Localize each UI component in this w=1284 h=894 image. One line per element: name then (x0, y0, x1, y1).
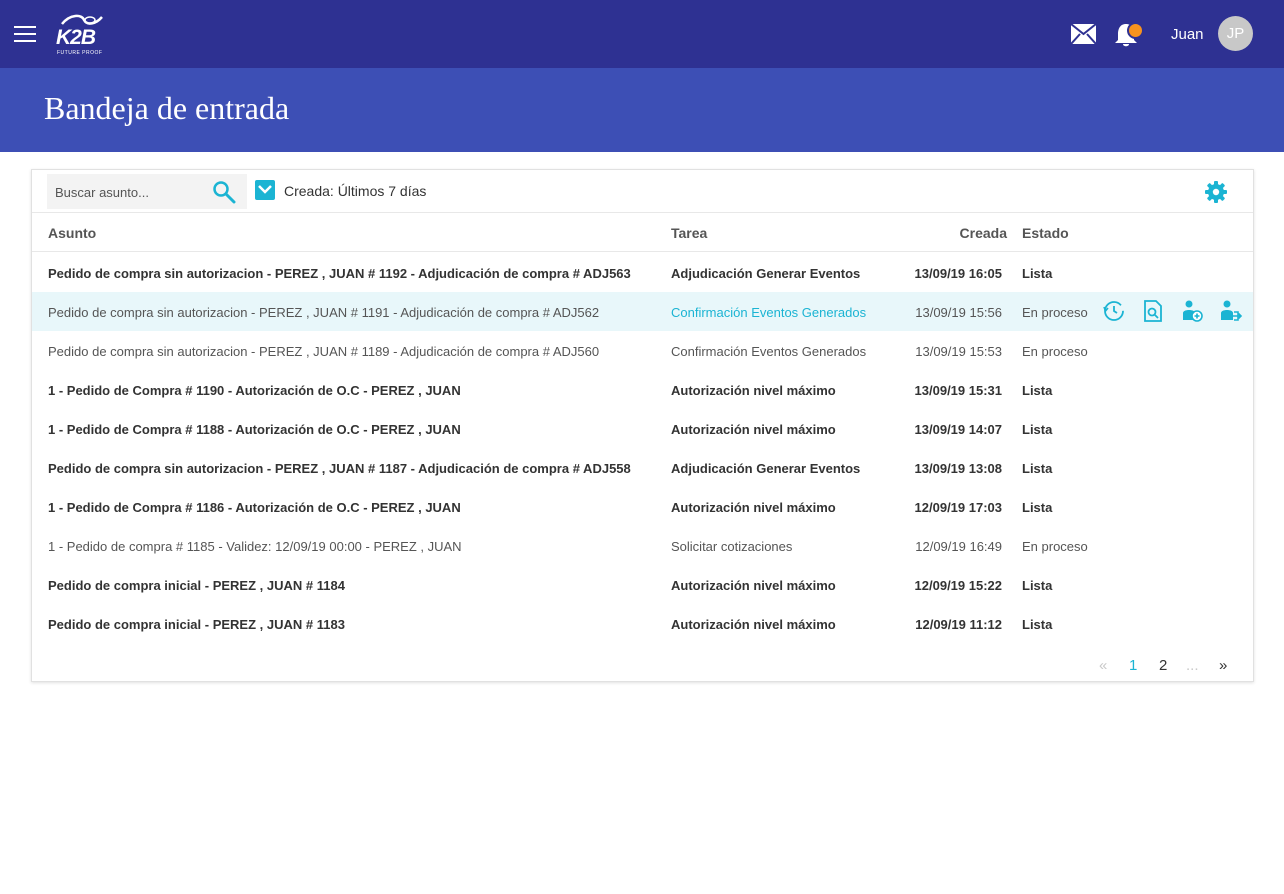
row-tarea: Adjudicación Generar Eventos (671, 461, 861, 476)
row-creada: 13/09/19 15:56 (915, 305, 1002, 320)
notification-badge (1127, 22, 1144, 39)
row-tarea: Adjudicación Generar Eventos (671, 266, 861, 281)
row-creada: 12/09/19 16:49 (915, 539, 1002, 554)
row-creada: 12/09/19 11:12 (915, 617, 1002, 632)
row-asunto: Pedido de compra inicial - PEREZ , JUAN … (48, 578, 345, 593)
column-header-estado[interactable]: Estado (1022, 225, 1069, 241)
column-header-tarea[interactable]: Tarea (671, 225, 707, 241)
table-row[interactable]: Pedido de compra sin autorizacion - PERE… (32, 331, 1253, 370)
row-estado: Lista (1022, 461, 1053, 476)
page-title: Bandeja de entrada (44, 90, 290, 126)
column-header-creada[interactable]: Creada (892, 225, 1007, 241)
created-filter-label[interactable]: Creada: Últimos 7 días (284, 183, 426, 199)
inbox-card: Creada: Últimos 7 días Asunto Tarea Crea… (31, 169, 1254, 682)
row-estado: Lista (1022, 422, 1053, 437)
row-creada: 12/09/19 17:03 (914, 500, 1002, 515)
user-name[interactable]: Juan (1171, 26, 1204, 43)
pagination-ellipsis: ... (1186, 657, 1199, 674)
row-asunto: 1 - Pedido de compra # 1185 - Validez: 1… (48, 539, 462, 554)
row-estado: Lista (1022, 266, 1053, 281)
gear-icon[interactable] (1204, 180, 1228, 204)
row-asunto: Pedido de compra sin autorizacion - PERE… (48, 305, 600, 320)
pagination-prev: « (1099, 657, 1108, 674)
row-estado: Lista (1022, 617, 1053, 632)
row-estado: Lista (1022, 578, 1053, 593)
row-asunto: Pedido de compra sin autorizacion - PERE… (48, 461, 631, 476)
logo-tagline: FUTURE PROOF (57, 50, 103, 56)
row-estado: Lista (1022, 383, 1053, 398)
pagination-page-2[interactable]: 2 (1159, 657, 1167, 674)
row-estado: En proceso (1022, 344, 1088, 359)
row-creada: 13/09/19 16:05 (914, 266, 1002, 281)
row-tarea: Autorización nivel máximo (671, 500, 836, 515)
document-search-icon[interactable] (1141, 299, 1165, 323)
search-box (47, 174, 247, 209)
row-asunto: 1 - Pedido de Compra # 1188 - Autorizaci… (48, 422, 461, 437)
row-tarea: Autorización nivel máximo (671, 422, 836, 437)
row-asunto: 1 - Pedido de Compra # 1190 - Autorizaci… (48, 383, 461, 398)
row-estado: En proceso (1022, 305, 1088, 320)
row-tarea: Autorización nivel máximo (671, 383, 836, 398)
row-tarea[interactable]: Confirmación Eventos Generados (671, 305, 866, 320)
avatar[interactable]: JP (1218, 16, 1253, 51)
row-creada: 13/09/19 15:53 (915, 344, 1002, 359)
table-row[interactable]: 1 - Pedido de Compra # 1188 - Autorizaci… (32, 409, 1253, 448)
check-icon (258, 185, 272, 194)
menu-icon[interactable] (14, 26, 36, 42)
row-estado: Lista (1022, 500, 1053, 515)
table-row[interactable]: Pedido de compra inicial - PEREZ , JUAN … (32, 565, 1253, 604)
history-icon[interactable] (1102, 299, 1126, 323)
search-icon[interactable] (212, 180, 236, 204)
row-tarea: Autorización nivel máximo (671, 578, 836, 593)
user-add-icon[interactable] (1180, 299, 1204, 323)
row-creada: 13/09/19 14:07 (914, 422, 1002, 437)
row-asunto: Pedido de compra sin autorizacion - PERE… (48, 344, 600, 359)
table-header: Asunto Tarea Creada Estado (32, 212, 1253, 252)
table-row[interactable]: 1 - Pedido de Compra # 1186 - Autorizaci… (32, 487, 1253, 526)
row-asunto: Pedido de compra inicial - PEREZ , JUAN … (48, 617, 345, 632)
top-bar: K2B FUTURE PROOF Juan JP (0, 0, 1284, 68)
pagination-page-1[interactable]: 1 (1129, 657, 1137, 674)
k2b-logo[interactable]: K2B FUTURE PROOF (54, 14, 106, 58)
table-body: Pedido de compra sin autorizacion - PERE… (32, 253, 1253, 643)
table-row[interactable]: 1 - Pedido de compra # 1185 - Validez: 1… (32, 526, 1253, 565)
row-creada: 13/09/19 13:08 (914, 461, 1002, 476)
table-row[interactable]: Pedido de compra sin autorizacion - PERE… (32, 292, 1253, 331)
mail-icon[interactable] (1071, 24, 1096, 44)
search-input[interactable] (55, 182, 205, 202)
logo-text: K2B (56, 26, 96, 49)
row-tarea: Autorización nivel máximo (671, 617, 836, 632)
row-tarea: Confirmación Eventos Generados (671, 344, 867, 359)
table-row[interactable]: Pedido de compra sin autorizacion - PERE… (32, 253, 1253, 292)
title-bar: Bandeja de entrada (0, 68, 1284, 152)
row-asunto: 1 - Pedido de Compra # 1186 - Autorizaci… (48, 500, 461, 515)
pagination-next[interactable]: » (1219, 657, 1227, 674)
row-tarea: Solicitar cotizaciones (671, 539, 793, 554)
column-header-asunto[interactable]: Asunto (48, 225, 96, 241)
row-creada: 13/09/19 15:31 (914, 383, 1002, 398)
table-row[interactable]: Pedido de compra sin autorizacion - PERE… (32, 448, 1253, 487)
table-row[interactable]: Pedido de compra inicial - PEREZ , JUAN … (32, 604, 1253, 643)
table-row[interactable]: 1 - Pedido de Compra # 1190 - Autorizaci… (32, 370, 1253, 409)
row-creada: 12/09/19 15:22 (914, 578, 1002, 593)
user-reassign-icon[interactable] (1219, 299, 1243, 323)
row-asunto: Pedido de compra sin autorizacion - PERE… (48, 266, 631, 281)
created-filter-checkbox[interactable] (255, 180, 275, 200)
row-estado: En proceso (1022, 539, 1088, 554)
